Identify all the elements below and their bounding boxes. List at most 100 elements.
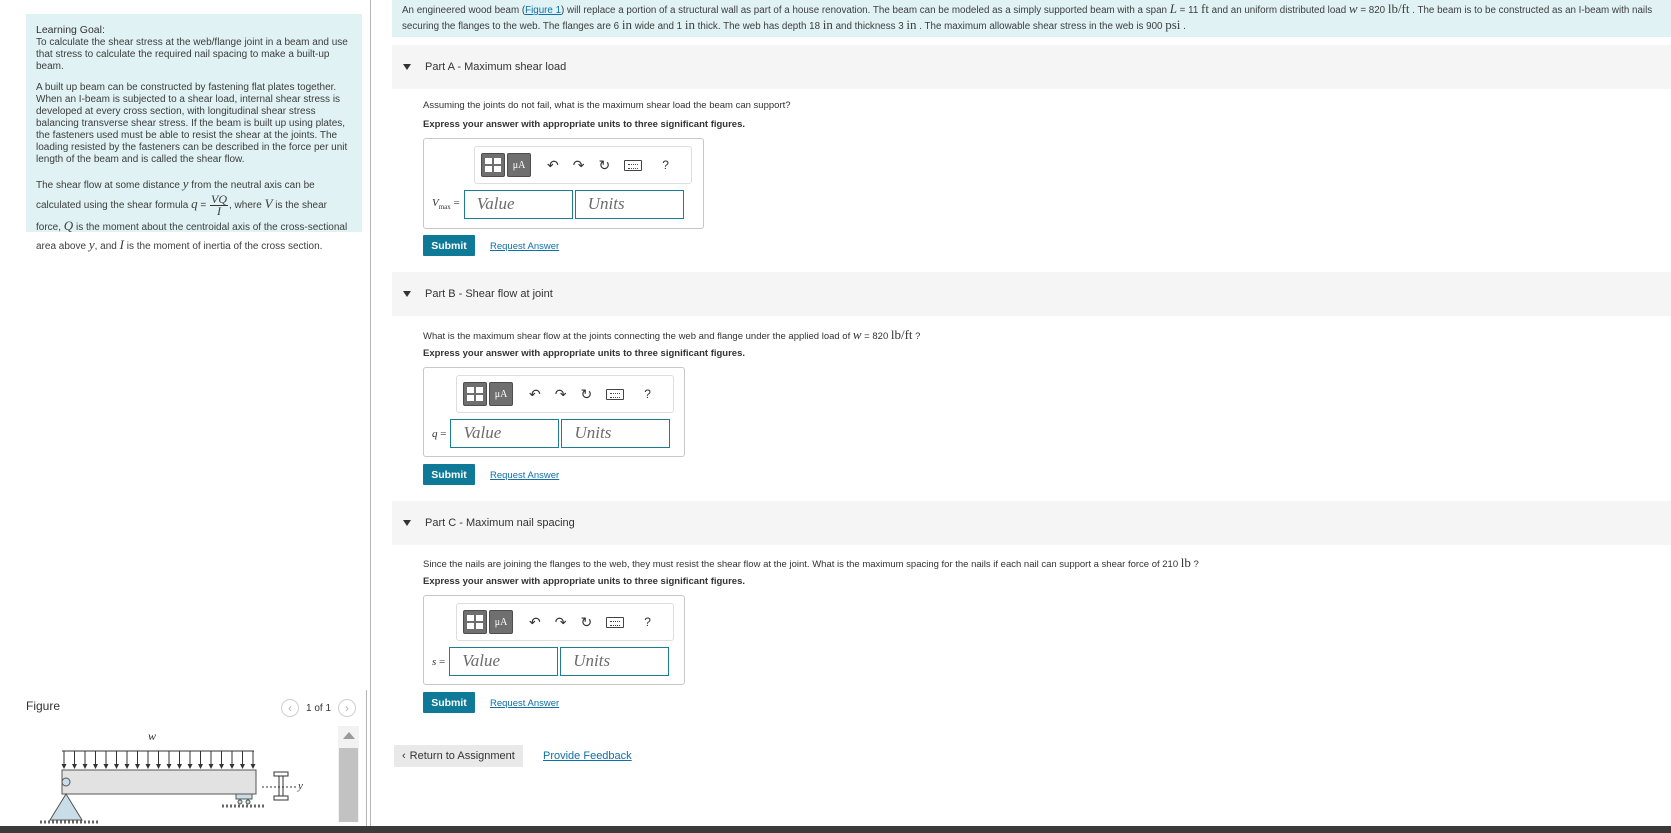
learning-goal-panel: Learning Goal: To calculate the shear st…	[26, 14, 362, 252]
distributed-load-arrows	[61, 751, 256, 769]
chevron-left-icon[interactable]: ‹	[281, 699, 299, 717]
part-c-units-input[interactable]: Units	[560, 647, 670, 676]
part-b-header[interactable]: Part B - Shear flow at joint	[392, 272, 1671, 316]
figure-page-count: 1 of 1	[306, 702, 332, 714]
part-a-submit-button[interactable]: Submit	[423, 235, 475, 256]
section-bottom-flange	[273, 795, 289, 801]
part-c-submit-button[interactable]: Submit	[423, 692, 475, 713]
units-mu-icon[interactable]: μA	[489, 610, 513, 634]
help-icon[interactable]: ?	[662, 158, 669, 172]
part-b-title: Part B - Shear flow at joint	[425, 288, 553, 300]
reset-icon[interactable]: ↻	[580, 387, 592, 401]
load-arrowhead	[177, 764, 182, 769]
problem-statement: An engineered wood beam (Figure 1) will …	[392, 0, 1671, 37]
load-arrowhead	[219, 764, 224, 769]
load-arrowhead	[198, 764, 203, 769]
section-top-flange	[273, 771, 289, 777]
chevron-right-icon[interactable]: ›	[338, 699, 357, 717]
part-b-request-answer-link[interactable]: Request Answer	[490, 470, 559, 481]
figure-link[interactable]: Figure 1	[525, 5, 561, 16]
part-c-request-answer-link[interactable]: Request Answer	[490, 698, 559, 709]
figure-divider	[366, 690, 367, 833]
reset-icon[interactable]: ↻	[598, 158, 610, 172]
figure-pager: ‹ 1 of 1 ›	[281, 699, 357, 717]
part-c-header[interactable]: Part C - Maximum nail spacing	[392, 501, 1671, 545]
part-c-answer-row: s = Value Units	[432, 647, 671, 676]
undo-icon[interactable]: ↶	[547, 158, 559, 172]
load-arrowhead	[166, 764, 172, 769]
roller-icon	[237, 799, 243, 805]
redo-icon[interactable]: ↷	[555, 387, 567, 401]
undo-icon[interactable]: ↶	[529, 615, 541, 629]
section-web	[278, 775, 284, 797]
part-b-value-input[interactable]: Value	[450, 419, 560, 448]
part-b-instruction: Express your answer with appropriate uni…	[423, 348, 746, 359]
load-arrowhead	[61, 764, 67, 769]
chevron-left-icon: ‹	[402, 750, 406, 762]
load-arrowhead	[156, 764, 161, 769]
help-icon[interactable]: ?	[644, 615, 651, 629]
return-to-assignment-button[interactable]: ‹ Return to Assignment	[394, 745, 523, 767]
beam-figure: w L y	[26, 726, 336, 833]
part-c-answer-box: μA ↶ ↷ ↻ ? s = Value Units	[423, 595, 685, 685]
units-mu-icon[interactable]: μA	[507, 153, 531, 177]
part-a-toolbar: μA ↶ ↷ ↻ ?	[474, 146, 692, 184]
part-c-variable: s =	[432, 655, 446, 668]
keyboard-icon[interactable]	[606, 388, 625, 400]
part-c-value-input[interactable]: Value	[449, 647, 559, 676]
part-a-units-input[interactable]: Units	[574, 190, 684, 219]
part-c-title: Part C - Maximum nail spacing	[425, 517, 575, 529]
load-arrowhead	[103, 764, 109, 769]
load-arrowhead	[82, 764, 88, 769]
part-a-header[interactable]: Part A - Maximum shear load	[392, 45, 1671, 89]
matrix-template-icon[interactable]	[481, 153, 505, 177]
load-arrowhead	[93, 764, 98, 769]
built-up-beam-text: A built up beam can be constructed by fa…	[36, 82, 348, 165]
beam-diagram: w L y	[40, 729, 303, 833]
load-label: w	[148, 729, 156, 743]
bottom-bar	[0, 826, 1671, 833]
matrix-template-icon[interactable]	[463, 610, 487, 634]
roller-icon	[245, 799, 251, 805]
learning-goal-text: To calculate the shear stress at the web…	[36, 37, 348, 72]
load-arrowhead	[240, 764, 245, 769]
roller-plate	[235, 793, 253, 800]
part-a-answer-row: Vmax = Value Units	[432, 190, 686, 219]
provide-feedback-link[interactable]: Provide Feedback	[543, 750, 632, 762]
scroll-up-icon[interactable]	[343, 732, 355, 739]
load-arrowhead	[187, 764, 193, 769]
part-b-units-input[interactable]: Units	[561, 419, 671, 448]
part-b-answer-box: μA ↶ ↷ ↻ ? q = Value Units	[423, 367, 685, 457]
redo-icon[interactable]: ↷	[555, 615, 567, 629]
learning-goal-intro: Learning Goal: To calculate the shear st…	[36, 24, 353, 73]
undo-icon[interactable]: ↶	[529, 387, 541, 401]
matrix-template-icon[interactable]	[463, 382, 487, 406]
load-arrowhead	[145, 764, 151, 769]
redo-icon[interactable]: ↷	[573, 158, 585, 172]
part-b-submit-button[interactable]: Submit	[423, 464, 475, 485]
figure-title: Figure	[26, 699, 61, 713]
reset-icon[interactable]: ↻	[580, 615, 592, 629]
figure-scrollbar[interactable]	[338, 726, 359, 822]
collapse-triangle-icon[interactable]	[403, 64, 411, 70]
load-arrowhead	[208, 764, 214, 769]
part-a-variable: Vmax =	[432, 197, 460, 212]
units-mu-icon[interactable]: μA	[489, 382, 513, 406]
keyboard-icon[interactable]	[606, 616, 625, 628]
pin-icon	[61, 777, 71, 787]
part-b-variable: q =	[432, 427, 447, 440]
pin-support	[49, 793, 83, 821]
part-c-instruction: Express your answer with appropriate uni…	[423, 576, 746, 587]
part-a-request-answer-link[interactable]: Request Answer	[490, 241, 559, 252]
part-c-question: Since the nails are joining the flanges …	[423, 555, 1199, 570]
keyboard-icon[interactable]	[624, 159, 643, 171]
scrollbar-thumb[interactable]	[339, 748, 358, 822]
part-a-value-input[interactable]: Value	[463, 190, 573, 219]
learning-goal-title: Learning Goal:	[36, 24, 105, 36]
shear-formula-fraction: VQ I	[210, 192, 228, 218]
collapse-triangle-icon[interactable]	[403, 520, 411, 526]
help-icon[interactable]: ?	[644, 387, 651, 401]
collapse-triangle-icon[interactable]	[403, 291, 411, 297]
part-a-question: Assuming the joints do not fail, what is…	[423, 100, 791, 111]
load-arrowhead	[135, 764, 140, 769]
